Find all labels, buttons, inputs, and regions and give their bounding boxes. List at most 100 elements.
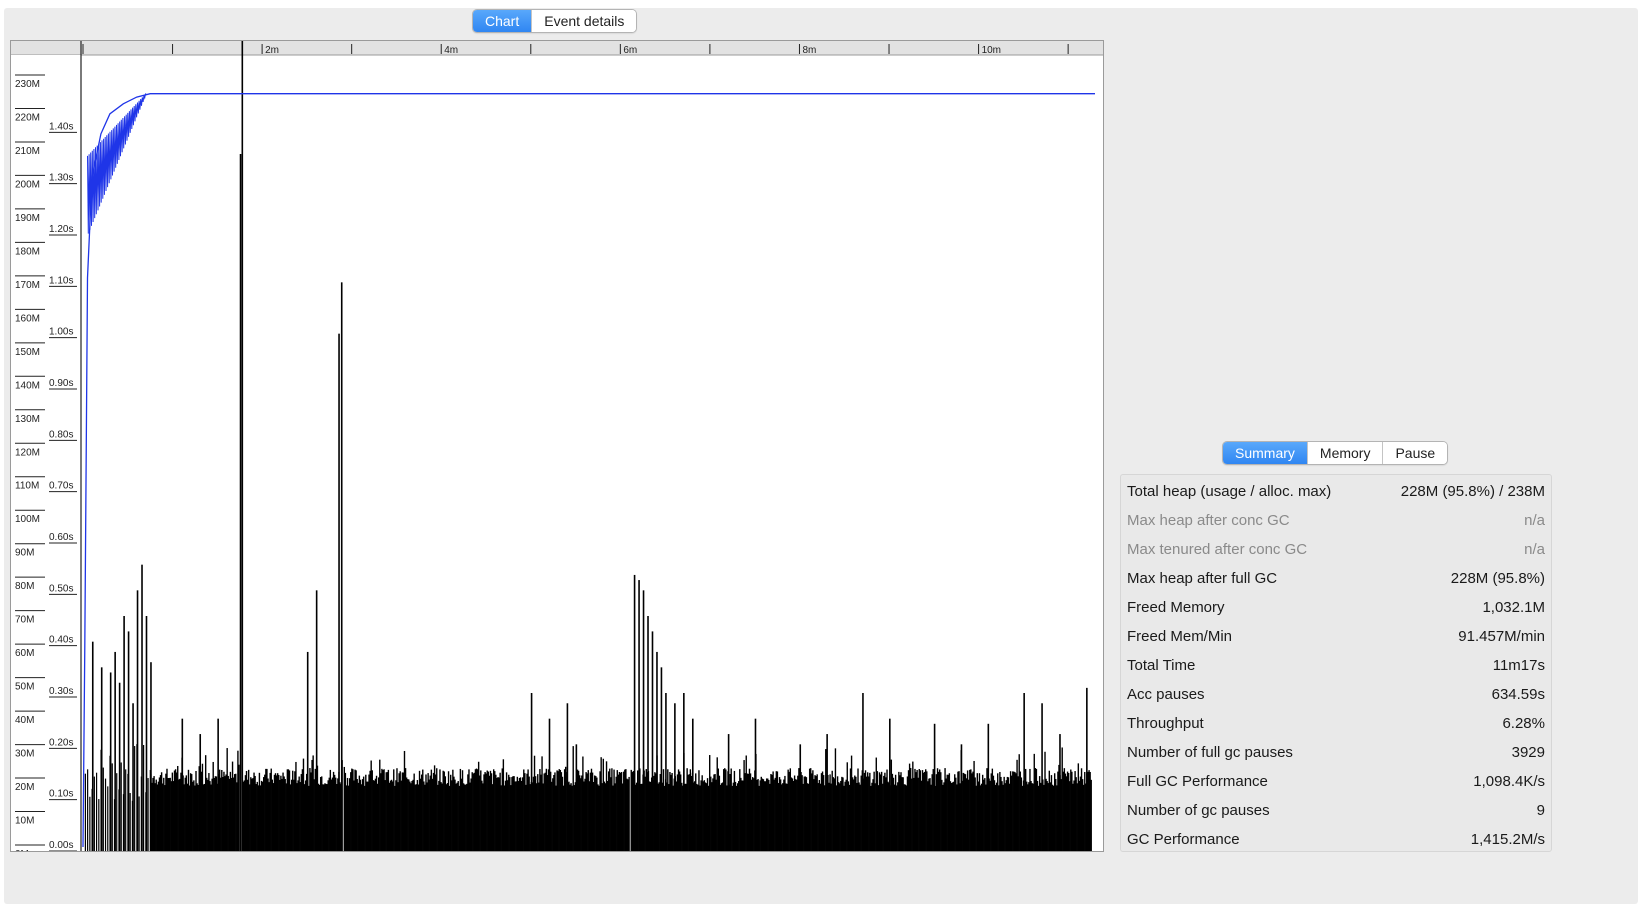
heap-tick-label: 220M [15, 112, 40, 123]
summary-label: Total heap (usage / alloc. max) [1127, 483, 1332, 500]
heap-tick-label: 10M [15, 816, 34, 827]
tab-chart[interactable]: Chart [473, 10, 532, 32]
heap-tick-label: 180M [15, 246, 40, 257]
pause-spike [141, 564, 143, 851]
summary-label: Max heap after full GC [1127, 570, 1278, 587]
summary-value: 11m17s [1492, 657, 1545, 674]
pause-bar [89, 796, 91, 851]
summary-value: n/a [1524, 512, 1545, 529]
pause-bar [111, 763, 113, 851]
heap-tick-label: 190M [15, 213, 40, 224]
pause-spike [109, 672, 112, 851]
pause-bar [134, 746, 136, 851]
summary-value: n/a [1524, 541, 1545, 558]
summary-row: Full GC Performance 1,098.4K/s [1121, 767, 1551, 796]
pause-tick-label: 0.40s [49, 635, 73, 646]
summary-row: Freed Mem/Min 91.457M/min [1121, 622, 1551, 651]
summary-label: Total Time [1127, 657, 1196, 674]
tab-memory[interactable]: Memory [1306, 442, 1383, 464]
pause-tick-label: 1.20s [49, 224, 73, 235]
summary-value: 228M (95.8%) / 238M [1400, 483, 1545, 500]
pause-spike [683, 693, 685, 851]
pause-spike [656, 651, 658, 851]
pause-bar [98, 799, 100, 851]
heap-tick-label: 160M [15, 313, 40, 324]
heap-tick-label: 50M [15, 682, 34, 693]
pause-bar [138, 796, 140, 851]
pause-spike [181, 718, 184, 851]
x-tick-label: 4m [444, 45, 458, 56]
pause-spike [799, 744, 802, 851]
pause-tick-label: 0.90s [49, 378, 73, 389]
pause-bar [120, 762, 122, 851]
summary-value: 1,415.2M/s [1470, 831, 1545, 848]
summary-value: 9 [1536, 802, 1545, 819]
summary-row: Max heap after full GC 228M (95.8%) [1121, 564, 1551, 593]
heap-sawtooth-line [87, 93, 147, 234]
summary-label: Number of full gc pauses [1127, 744, 1293, 761]
pause-spike [127, 631, 130, 851]
pause-bar [143, 745, 145, 851]
gc-chart-panel[interactable]: 2m 4m 6m 8m 10m 0M 10M 20M 30M 40M 50M 60M 70M 80M 90M… [10, 40, 1104, 852]
heap-tick-label: 110M [15, 481, 39, 492]
pause-tick-label: 0.70s [49, 481, 73, 492]
pause-bar [102, 767, 104, 851]
pause-bar [116, 773, 118, 851]
summary-label: Max tenured after conc GC [1127, 541, 1308, 558]
pause-spike [548, 718, 551, 851]
tab-pause[interactable]: Pause [1382, 442, 1448, 464]
pause-tick-label: 0.80s [49, 429, 73, 440]
pause-bar [147, 778, 149, 851]
pause-tick-label: 0.60s [49, 532, 73, 543]
pause-spike [241, 41, 244, 851]
summary-row: Max tenured after conc GC n/a [1121, 535, 1551, 564]
tab-summary[interactable]: Summary [1223, 442, 1307, 464]
pause-bar [628, 776, 630, 851]
summary-row: Total Time 11m17s [1121, 651, 1551, 680]
heap-tick-label: 210M [15, 146, 40, 157]
pause-bar [238, 764, 240, 851]
pause-spike [727, 734, 730, 851]
summary-value: 3929 [1511, 744, 1545, 761]
heap-tick-label: 100M [15, 514, 40, 525]
heap-tick-label: 140M [15, 380, 40, 391]
pause-spike [647, 616, 649, 851]
heap-tick-label: 40M [15, 715, 34, 726]
summary-value: 1,098.4K/s [1473, 773, 1545, 790]
pause-spike [575, 744, 578, 851]
heap-tick-label: 70M [15, 615, 34, 626]
heap-tick-label: 130M [15, 414, 40, 425]
summary-value: 91.457M/min [1458, 628, 1545, 645]
pause-spike [960, 744, 963, 851]
gc-chart[interactable]: 2m 4m 6m 8m 10m 0M 10M 20M 30M 40M 50M 60M 70M 80M 90M… [11, 41, 1103, 851]
summary-row: Throughput 6.28% [1121, 709, 1551, 738]
pause-spike [862, 693, 864, 851]
summary-label: Number of gc pauses [1127, 802, 1270, 819]
summary-value: 1,032.1M [1482, 599, 1545, 616]
summary-row: Number of gc pauses 9 [1121, 796, 1551, 825]
heap-tick-label: 60M [15, 648, 34, 659]
pause-spike [566, 703, 569, 851]
heap-tick-label: 200M [15, 179, 40, 190]
pause-spike [633, 574, 636, 851]
heap-tick-label: 20M [15, 782, 34, 793]
pause-spike [100, 667, 103, 851]
summary-value: 634.59s [1491, 686, 1545, 703]
pause-spike [114, 651, 116, 851]
heap-tick-label: 120M [15, 447, 40, 458]
pause-bar [125, 769, 127, 851]
pause-spike [239, 154, 242, 851]
pause-spike [199, 734, 202, 851]
x-tick-label: 2m [265, 45, 279, 56]
tab-event-details[interactable]: Event details [531, 10, 637, 32]
pause-spike [118, 682, 121, 851]
pause-tick-label: 1.10s [49, 275, 73, 286]
summary-label: Max heap after conc GC [1127, 512, 1290, 529]
pause-spike [826, 734, 828, 851]
pause-bar [95, 772, 98, 851]
pause-spike [674, 703, 676, 851]
x-tick-label: 8m [802, 45, 816, 56]
summary-row: Acc pauses 634.59s [1121, 680, 1551, 709]
chart-view-switcher: Chart Event details [472, 9, 638, 33]
pause-spike [642, 590, 645, 851]
